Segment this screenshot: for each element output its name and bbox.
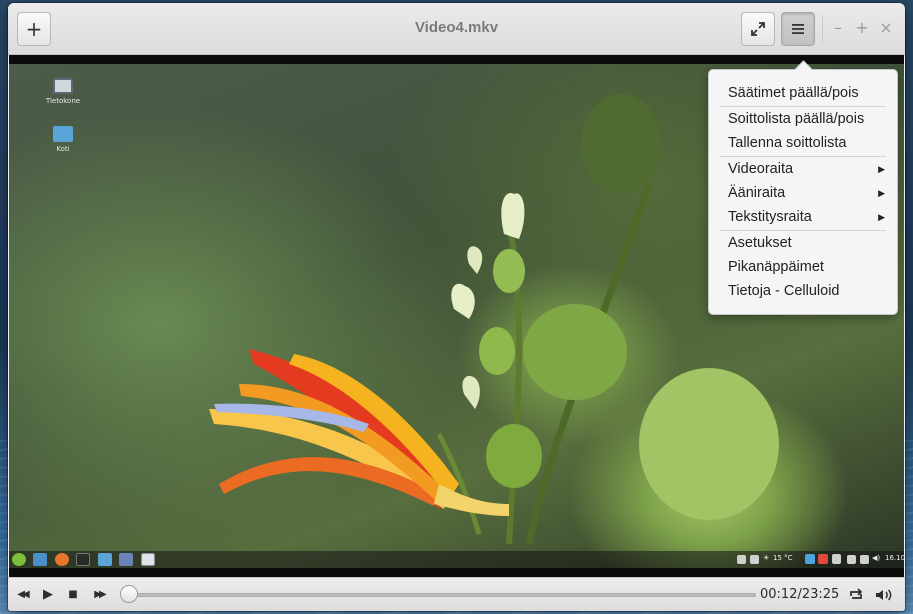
volume-icon	[876, 589, 892, 601]
menu-item-label: Tekstitysraita	[728, 209, 812, 225]
desktop-icon-label: Tietokone	[45, 97, 81, 105]
submenu-arrow-icon: ▶	[878, 188, 885, 198]
minimize-button[interactable]: –	[829, 19, 847, 37]
menu-item-label: Tallenna soittolista	[728, 135, 847, 151]
firefox-icon[interactable]	[55, 553, 69, 566]
menu-item-save-playlist[interactable]: Tallenna soittolista	[728, 132, 887, 154]
storage-tray-icon[interactable]	[750, 555, 759, 564]
computer-icon	[53, 78, 73, 94]
menu-item-about[interactable]: Tietoja - Celluloid	[728, 280, 887, 302]
expand-icon	[751, 22, 765, 36]
home-folder-icon	[53, 126, 73, 142]
menu-item-label: Pikanäppäimet	[728, 259, 824, 275]
stop-button[interactable]: ■	[63, 586, 83, 604]
update-icon[interactable]	[818, 554, 828, 564]
panel-clock[interactable]: 16.10	[885, 554, 904, 562]
header-bar: + Video4.mkv – + ×	[8, 3, 905, 55]
submenu-arrow-icon: ▶	[878, 164, 885, 174]
menu-item-label: Asetukset	[728, 235, 792, 251]
desktop-icon-computer[interactable]: Tietokone	[43, 78, 83, 105]
menu-item-label: Ääniraita	[728, 185, 786, 201]
weather-icon: ☀	[763, 554, 770, 562]
forward-button[interactable]: ▶▶	[89, 586, 109, 604]
time-display: 00:12/23:25	[760, 587, 840, 602]
menu-item-label: Videoraita	[728, 161, 794, 177]
hamburger-icon	[792, 24, 804, 34]
maximize-button[interactable]: +	[853, 19, 871, 37]
menu-item-label: Säätimet päällä/pois	[728, 85, 859, 101]
seek-bar[interactable]	[124, 593, 756, 597]
desktop-panel: ☀ 15 °C ◀) 16.10	[9, 551, 904, 568]
celluloid-task-icon[interactable]	[141, 553, 155, 566]
loop-button[interactable]	[846, 586, 866, 604]
desktop-icon-label: Koti	[56, 145, 70, 153]
mint-menu-icon[interactable]	[12, 553, 26, 566]
temperature-text: 15 °C	[773, 554, 793, 562]
submenu-arrow-icon: ▶	[878, 212, 885, 222]
camera-tray-icon[interactable]	[737, 555, 746, 564]
seek-handle[interactable]	[120, 585, 139, 603]
fullscreen-button[interactable]	[741, 12, 775, 46]
network-app-icon[interactable]	[119, 553, 133, 566]
volume-button[interactable]	[874, 586, 894, 604]
control-bar: ◀◀ ▶ ■ ▶▶ 00:12/23:25	[8, 577, 905, 611]
main-menu-popover: Säätimet päällä/pois Soittolista päällä/…	[708, 69, 898, 315]
celluloid-window: + Video4.mkv – + × Tietokone Koti ☀ 15 °…	[8, 3, 905, 611]
printer-icon[interactable]	[847, 555, 856, 564]
menu-separator	[720, 106, 886, 107]
show-desktop-icon[interactable]	[33, 553, 47, 566]
menu-separator	[720, 156, 886, 157]
menu-button[interactable]	[781, 12, 815, 46]
menu-separator	[720, 230, 886, 231]
close-button[interactable]: ×	[877, 19, 895, 37]
repeat-icon	[850, 588, 863, 599]
menu-item-subtitle-track[interactable]: Tekstitysraita ▶	[728, 206, 887, 228]
terminal-icon[interactable]	[76, 553, 90, 566]
menu-item-preferences[interactable]: Asetukset	[728, 232, 887, 254]
menu-item-toggle-controls[interactable]: Säätimet päällä/pois	[728, 82, 887, 104]
menu-item-toggle-playlist[interactable]: Soittolista päällä/pois	[728, 108, 887, 130]
bluetooth-icon[interactable]	[805, 554, 815, 564]
play-button[interactable]: ▶	[38, 586, 58, 604]
speaker-tray-icon[interactable]: ◀)	[872, 554, 880, 562]
menu-item-label: Tietoja - Celluloid	[728, 283, 840, 299]
files-icon[interactable]	[98, 553, 112, 566]
desktop-icon-home[interactable]: Koti	[43, 126, 83, 153]
rewind-button[interactable]: ◀◀	[12, 586, 32, 604]
menu-item-audio-track[interactable]: Ääniraita ▶	[728, 182, 887, 204]
menu-item-shortcuts[interactable]: Pikanäppäimet	[728, 256, 887, 278]
menu-item-label: Soittolista päällä/pois	[728, 111, 865, 127]
header-separator	[822, 15, 823, 43]
network-icon[interactable]	[860, 555, 869, 564]
shield-icon[interactable]	[832, 554, 841, 564]
menu-item-video-track[interactable]: Videoraita ▶	[728, 158, 887, 180]
